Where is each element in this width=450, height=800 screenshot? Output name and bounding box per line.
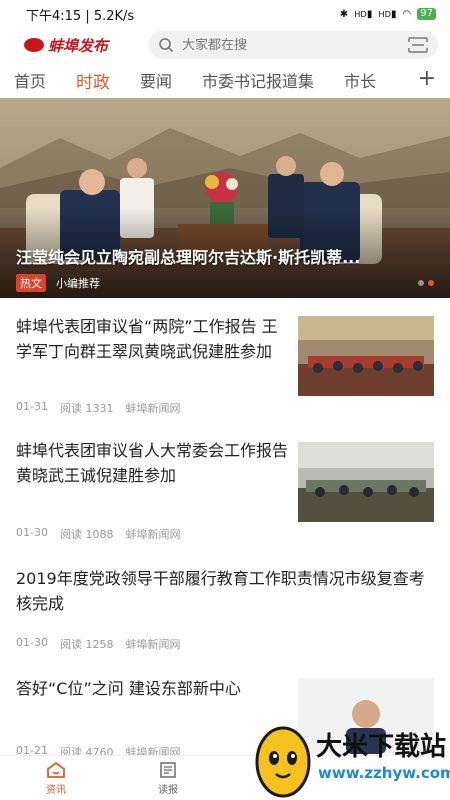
status-bar: 下午4:15 | 5.2K/s ✱ HD▮ HD▮ ◠ 97 (0, 0, 450, 28)
article-source: 蚌埠新闻网 (125, 638, 181, 651)
tab-home[interactable]: 首页 (14, 68, 46, 92)
article-thumbnail[interactable] (298, 316, 434, 396)
nav-news[interactable]: 资讯 (0, 756, 112, 800)
article-title[interactable]: 蚌埠代表团审议省人大常委会工作报告 黄晓武王诚倪建胜参加 (16, 438, 288, 488)
carousel-dot[interactable] (418, 280, 424, 286)
article-source: 蚌埠新闻网 (125, 402, 181, 415)
search-input[interactable] (182, 37, 400, 53)
search-bar[interactable] (148, 31, 438, 59)
battery-icon: 97 (417, 8, 436, 20)
scan-icon[interactable] (408, 37, 428, 53)
article-title[interactable]: 蚌埠代表团审议省“两院”工作报告 王学军丁向群王翠凤黄晓武倪建胜参加 (16, 314, 288, 364)
signal-icon-1: HD▮ (354, 8, 373, 20)
wifi-icon: ◠ (402, 8, 412, 20)
list-item[interactable]: 2019年度党政领导干部履行教育工作职责情况市级复查考核完成 01-30 阅读 … (16, 566, 434, 656)
article-reads: 阅读 1088 (59, 528, 114, 541)
watermark-title: 大米下载站 (316, 732, 447, 762)
hero-image (0, 98, 450, 298)
article-date: 01-31 (16, 400, 48, 413)
signal-icon-2: HD▮ (378, 8, 397, 20)
search-icon (159, 38, 174, 53)
article-thumbnail[interactable] (298, 442, 434, 522)
mascot-icon (255, 726, 311, 798)
nav-newspaper-label: 读报 (158, 784, 178, 796)
article-meta: 01-30 阅读 1258 蚌埠新闻网 (16, 636, 180, 652)
nav-news-label: 资讯 (46, 784, 66, 796)
app-logo: 蚌埠发布 (24, 35, 138, 56)
hero-title[interactable]: 汪莹纯会见立陶宛副总理阿尔吉达斯·斯托凯蒂... (16, 244, 436, 268)
article-source: 蚌埠新闻网 (125, 528, 181, 541)
article-reads: 阅读 1331 (59, 402, 114, 415)
hot-badge: 热文 (16, 274, 46, 292)
tab-mayor[interactable]: 市长 (344, 68, 376, 92)
download-site-watermark: 大米下载站 www.zzhyw.com (246, 718, 450, 800)
watermark-url: www.zzhyw.com (318, 764, 450, 782)
tab-secretary-reports[interactable]: 市委书记报道集 (202, 68, 314, 92)
article-meta: 01-31 阅读 1331 蚌埠新闻网 (16, 400, 180, 416)
channel-tabs: 首页 时政 要闻 市委书记报道集 市长 + (0, 62, 450, 98)
article-title[interactable]: 答好“C位”之问 建设东部新中心 (16, 676, 288, 701)
app-header: 蚌埠发布 (0, 28, 450, 62)
status-icons: ✱ HD▮ HD▮ ◠ 97 (340, 8, 436, 20)
bluetooth-icon: ✱ (339, 8, 349, 20)
article-title[interactable]: 2019年度党政领导干部履行教育工作职责情况市级复查考核完成 (16, 566, 434, 616)
carousel-dots (418, 280, 434, 286)
article-reads: 阅读 1258 (59, 638, 114, 651)
add-channel-icon[interactable]: + (413, 66, 436, 91)
article-date: 01-30 (16, 526, 48, 539)
article-date: 01-30 (16, 636, 48, 649)
logo-mark-icon (24, 38, 44, 52)
hero-tag: 小编推荐 (56, 277, 100, 290)
nav-newspaper[interactable]: 读报 (112, 756, 224, 800)
home-icon (47, 761, 65, 778)
tab-news[interactable]: 要闻 (140, 68, 172, 92)
list-item[interactable]: 蚌埠代表团审议省“两院”工作报告 王学军丁向群王翠凤黄晓武倪建胜参加 01-31… (16, 314, 434, 424)
status-time: 下午4:15 | 5.2K/s (26, 8, 135, 24)
newspaper-icon (160, 761, 176, 778)
logo-text: 蚌埠发布 (48, 36, 109, 55)
article-meta: 01-30 阅读 1088 蚌埠新闻网 (16, 526, 180, 542)
hero-banner[interactable]: 汪莹纯会见立陶宛副总理阿尔吉达斯·斯托凯蒂... 热文 小编推荐 (0, 98, 450, 298)
carousel-dot-active[interactable] (428, 280, 434, 286)
tab-politics[interactable]: 时政 (76, 68, 110, 93)
list-item[interactable]: 蚌埠代表团审议省人大常委会工作报告 黄晓武王诚倪建胜参加 01-30 阅读 10… (16, 438, 434, 548)
hero-meta: 热文 小编推荐 (16, 274, 100, 292)
